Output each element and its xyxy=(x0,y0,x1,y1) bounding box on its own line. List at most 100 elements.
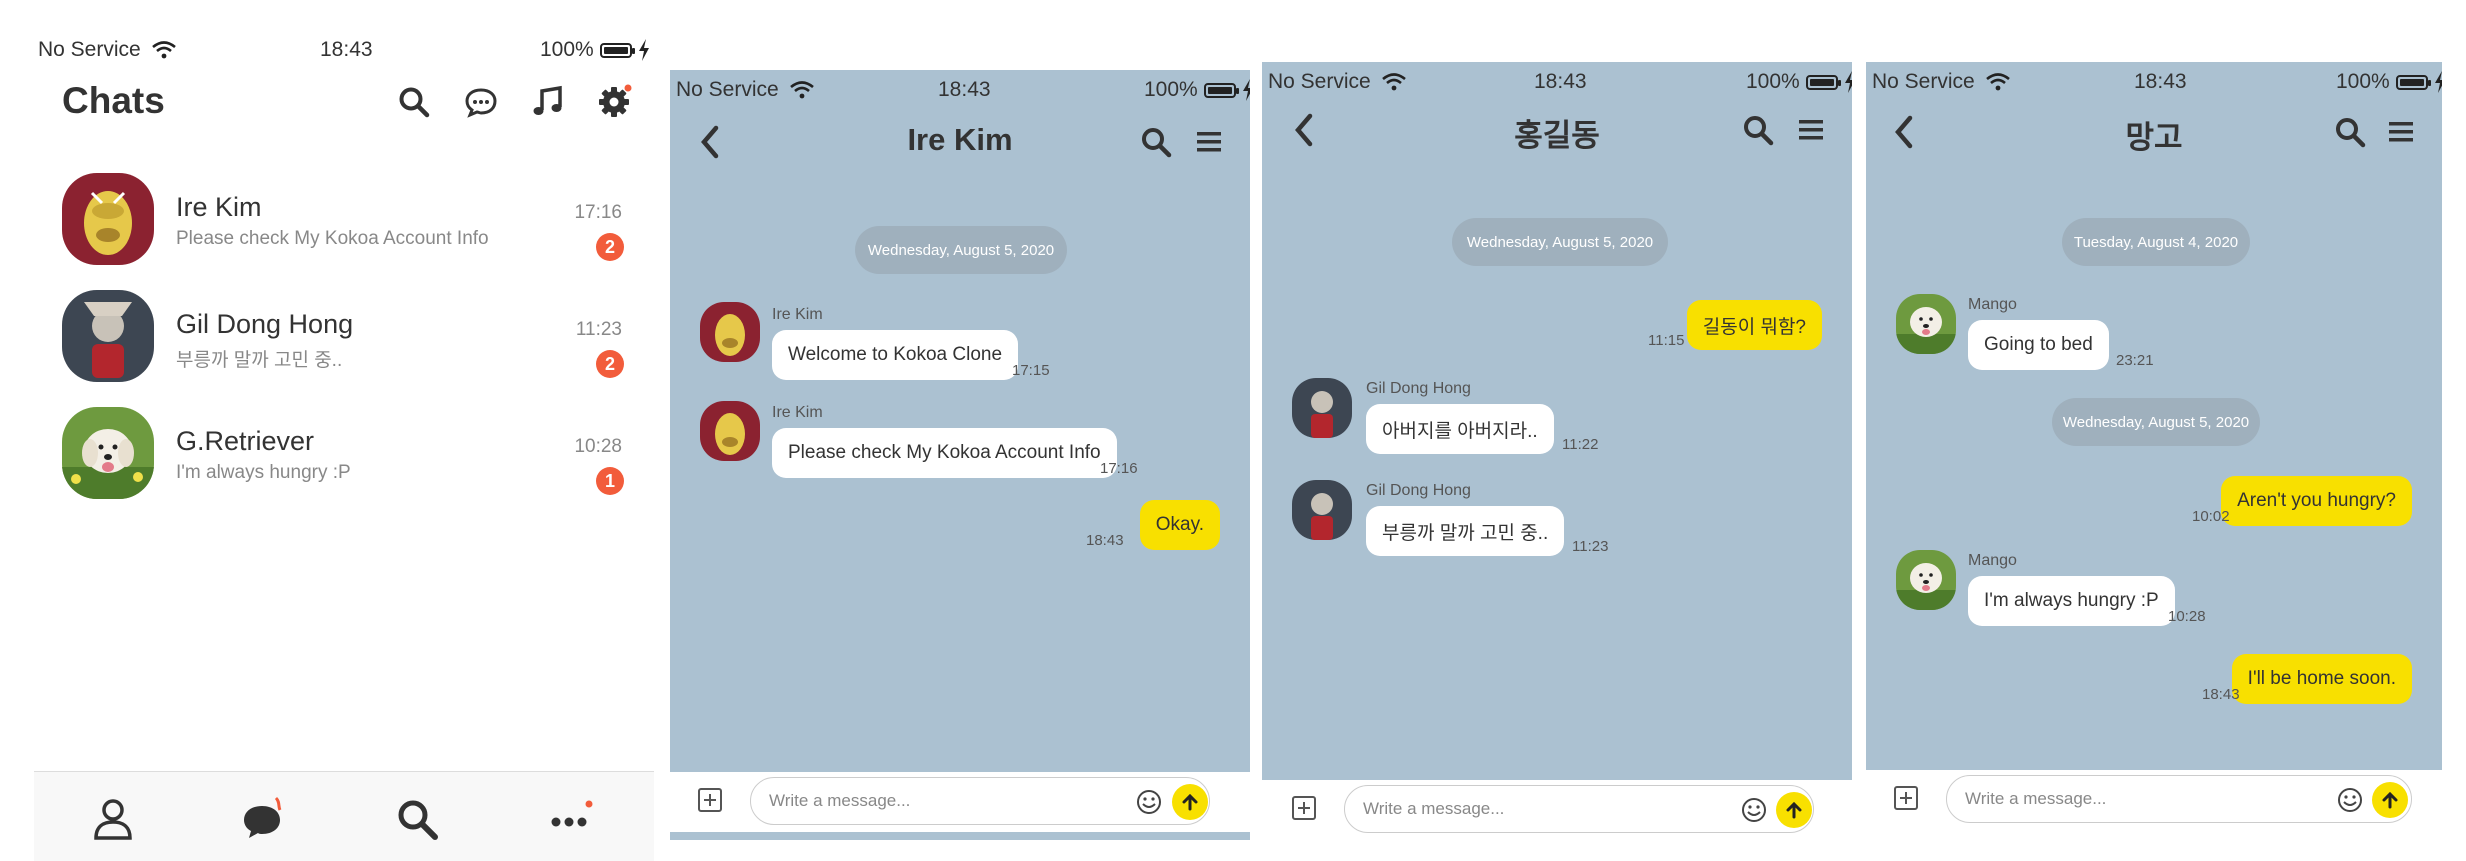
message-bubble[interactable]: 부릉까 말까 고민 중.. xyxy=(1366,506,1565,556)
emoji-icon[interactable] xyxy=(1740,796,1768,824)
chat-row-ire-kim[interactable]: Ire Kim Please check My Kokoa Account In… xyxy=(34,170,654,280)
message-time: 10:02 xyxy=(2192,508,2230,525)
status-bar: No Service 18:43 100% xyxy=(32,30,652,74)
profile-icon[interactable] xyxy=(90,796,136,842)
more-icon[interactable] xyxy=(548,796,594,842)
message-time: 10:28 xyxy=(2168,608,2206,625)
search-icon[interactable] xyxy=(396,84,432,120)
message-time: 18:43 xyxy=(1086,532,1124,549)
menu-icon[interactable] xyxy=(1796,116,1826,144)
chats-screen: No Service 18:43 100% Chats Ire Kim Plea… xyxy=(0,0,660,861)
status-time: 18:43 xyxy=(320,38,373,61)
message-composer: Write a message... xyxy=(1262,780,1852,840)
battery-label: 100% xyxy=(2336,70,2390,93)
status-bar: No Service 18:43 100% xyxy=(1262,62,1852,106)
send-button[interactable] xyxy=(2372,782,2408,818)
chat-row-gil-dong-hong[interactable]: Gil Dong Hong 부릉까 말까 고민 중.. 11:23 2 xyxy=(34,287,654,397)
send-button[interactable] xyxy=(1172,784,1208,820)
message-composer: Write a message... xyxy=(670,772,1250,832)
message-time: 11:23 xyxy=(1572,538,1609,555)
sender-name: Ire Kim xyxy=(772,404,823,421)
message-bubble[interactable]: Please check My Kokoa Account Info xyxy=(772,428,1117,478)
avatar xyxy=(700,302,760,362)
sender-name: Gil Dong Hong xyxy=(1366,482,1471,499)
message-bubble[interactable]: Going to bed xyxy=(1968,320,2109,370)
message-time: 11:15 xyxy=(1648,332,1685,349)
status-bar: No Service 18:43 100% xyxy=(1866,62,2442,106)
battery-label: 100% xyxy=(1144,78,1198,101)
page-title: Chats xyxy=(62,80,165,121)
battery-icon xyxy=(1805,74,1841,90)
emoji-icon[interactable] xyxy=(2336,786,2364,814)
chat-row-g-retriever[interactable]: G.Retriever I'm always hungry :P 10:28 1 xyxy=(34,404,654,514)
arrow-up-icon xyxy=(2382,791,2398,809)
menu-icon[interactable] xyxy=(2386,118,2416,146)
avatar xyxy=(62,407,154,499)
avatar xyxy=(1292,480,1352,540)
unread-badge: 2 xyxy=(596,350,624,378)
charging-icon xyxy=(1844,71,1852,93)
battery-icon xyxy=(1203,82,1239,98)
carrier-label: No Service xyxy=(1872,70,1975,93)
battery-label: 100% xyxy=(540,38,594,61)
search-icon[interactable] xyxy=(1742,114,1774,146)
gear-icon[interactable] xyxy=(596,84,632,120)
sender-name: Gil Dong Hong xyxy=(1366,380,1471,397)
chat-bubble-icon[interactable] xyxy=(463,84,499,120)
charging-icon xyxy=(1242,79,1250,101)
message-composer: Write a message... xyxy=(1866,770,2442,830)
battery-label: 100% xyxy=(1746,70,1800,93)
chat-screen-mango: No Service 18:43 100% 망고 Tuesday, August… xyxy=(1866,62,2442,830)
message-bubble[interactable]: I'm always hungry :P xyxy=(1968,576,2175,626)
message-bubble[interactable]: I'll be home soon. xyxy=(2231,654,2412,704)
wifi-icon xyxy=(151,41,176,59)
carrier-label: No Service xyxy=(38,38,141,61)
search-icon[interactable] xyxy=(394,796,440,842)
carrier-label: No Service xyxy=(676,78,779,101)
avatar xyxy=(62,173,154,265)
attach-plus-icon[interactable] xyxy=(1892,784,1920,812)
avatar xyxy=(700,401,760,461)
wifi-icon xyxy=(1985,73,2010,91)
chats-icon[interactable] xyxy=(240,796,286,842)
chat-preview: Please check My Kokoa Account Info xyxy=(176,228,489,249)
message-bubble[interactable]: Aren't you hungry? xyxy=(2221,476,2412,526)
send-button[interactable] xyxy=(1776,792,1812,828)
search-icon[interactable] xyxy=(2334,116,2366,148)
tab-bar xyxy=(34,771,654,861)
battery-icon xyxy=(599,42,635,58)
message-time: 18:43 xyxy=(2202,686,2240,703)
status-time: 18:43 xyxy=(938,78,991,101)
status-time: 18:43 xyxy=(1534,70,1587,93)
wifi-icon xyxy=(1381,73,1406,91)
sender-name: Ire Kim xyxy=(772,306,823,323)
avatar xyxy=(1896,550,1956,610)
date-divider: Wednesday, August 5, 2020 xyxy=(2052,398,2260,446)
search-icon[interactable] xyxy=(1140,126,1172,158)
sender-name: Mango xyxy=(1968,552,2017,569)
status-time: 18:43 xyxy=(2134,70,2187,93)
chat-preview: I'm always hungry :P xyxy=(176,462,351,483)
music-note-icon[interactable] xyxy=(530,84,566,120)
message-time: 11:22 xyxy=(1562,436,1599,453)
attach-plus-icon[interactable] xyxy=(1290,794,1318,822)
carrier-label: No Service xyxy=(1268,70,1371,93)
chat-screen-ire-kim: No Service 18:43 100% Ire Kim Wednesday,… xyxy=(670,70,1250,840)
message-bubble[interactable]: 아버지를 아버지라.. xyxy=(1366,404,1554,454)
chat-name: G.Retriever xyxy=(176,426,315,456)
chat-preview: 부릉까 말까 고민 중.. xyxy=(176,350,343,371)
chat-screen-hong-gil-dong: No Service 18:43 100% 홍길동 Wednesday, Aug… xyxy=(1262,62,1852,840)
unread-badge: 1 xyxy=(596,467,624,495)
attach-plus-icon[interactable] xyxy=(696,786,724,814)
message-bubble[interactable]: Welcome to Kokoa Clone xyxy=(772,330,1019,380)
avatar xyxy=(62,290,154,382)
emoji-icon[interactable] xyxy=(1135,788,1163,816)
message-bubble[interactable]: 길동이 뭐함? xyxy=(1686,300,1822,350)
charging-icon xyxy=(638,39,649,61)
message-bubble[interactable]: Okay. xyxy=(1139,500,1220,550)
menu-icon[interactable] xyxy=(1194,128,1224,156)
message-time: 17:16 xyxy=(1100,460,1138,477)
unread-badge: 2 xyxy=(596,233,624,261)
message-time: 23:21 xyxy=(2116,352,2154,369)
arrow-up-icon xyxy=(1182,793,1198,811)
